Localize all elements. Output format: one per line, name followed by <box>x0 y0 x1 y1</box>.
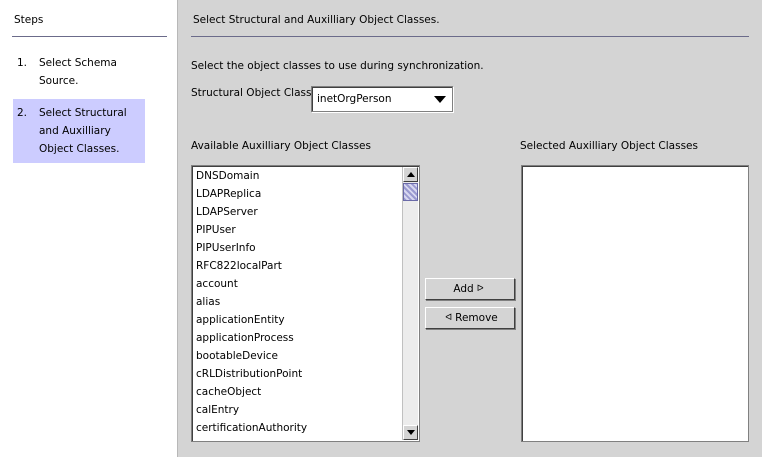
add-button[interactable]: Add ᐅ <box>425 278 515 300</box>
steps-divider <box>12 36 167 37</box>
arrow-right-icon: ᐅ <box>476 284 484 294</box>
structural-class-dropdown[interactable]: inetOrgPerson <box>311 86 453 112</box>
main-panel: Select Structural and Auxilliary Object … <box>179 0 762 457</box>
page-title: Select Structural and Auxilliary Object … <box>193 14 440 26</box>
list-item[interactable]: certificationAuthority <box>196 419 307 437</box>
title-divider <box>191 36 749 37</box>
list-item[interactable]: PIPUser <box>196 221 307 239</box>
list-item[interactable]: LDAPServer <box>196 203 307 221</box>
list-item[interactable]: RFC822localPart <box>196 257 307 275</box>
list-item[interactable]: LDAPReplica <box>196 185 307 203</box>
available-list-scrollbar[interactable] <box>402 167 418 440</box>
list-item[interactable]: bootableDevice <box>196 347 307 365</box>
remove-button-label: Remove <box>455 312 498 324</box>
available-items-container: DNSDomain LDAPReplica LDAPServer PIPUser PIP… <box>196 167 307 437</box>
selected-classes-label: Selected Auxilliary Object Classes <box>520 140 698 152</box>
structural-class-value: inetOrgPerson <box>317 93 392 105</box>
scroll-thumb[interactable] <box>403 183 418 201</box>
step-label: Select Structural and Auxilliary Object … <box>39 107 127 155</box>
list-item[interactable]: account <box>196 275 307 293</box>
available-classes-label: Available Auxilliary Object Classes <box>191 140 371 152</box>
chevron-down-icon[interactable] <box>434 96 446 103</box>
step-number: 2. <box>17 107 28 119</box>
available-classes-list[interactable]: DNSDomain LDAPReplica LDAPServer PIPUser PIP… <box>191 165 420 442</box>
list-item[interactable]: alias <box>196 293 307 311</box>
list-item[interactable]: cRLDistributionPoint <box>196 365 307 383</box>
instruction-text: Select the object classes to use during … <box>191 60 484 72</box>
step-number: 1. <box>17 57 28 69</box>
step-select-schema-source[interactable]: 1. Select Schema Source. <box>13 49 145 91</box>
list-item[interactable]: calEntry <box>196 401 307 419</box>
list-item[interactable]: DNSDomain <box>196 167 307 185</box>
selected-classes-list[interactable] <box>521 165 749 442</box>
scroll-down-icon[interactable] <box>403 425 418 440</box>
step-select-object-classes[interactable]: 2. Select Structural and Auxilliary Obje… <box>13 99 145 163</box>
list-item[interactable]: applicationEntity <box>196 311 307 329</box>
add-button-label: Add <box>453 283 474 295</box>
steps-title: Steps <box>14 14 44 26</box>
scroll-up-icon[interactable] <box>403 167 418 182</box>
step-label: Select Schema Source. <box>39 57 117 87</box>
list-item[interactable]: PIPUserInfo <box>196 239 307 257</box>
steps-panel: Steps 1. Select Schema Source. 2. Select… <box>0 0 178 457</box>
remove-button[interactable]: ᐊ Remove <box>425 307 515 329</box>
list-item[interactable]: applicationProcess <box>196 329 307 347</box>
list-item[interactable]: cacheObject <box>196 383 307 401</box>
arrow-left-icon: ᐊ <box>445 313 453 323</box>
structural-class-label: Structural Object Class : <box>191 87 319 99</box>
